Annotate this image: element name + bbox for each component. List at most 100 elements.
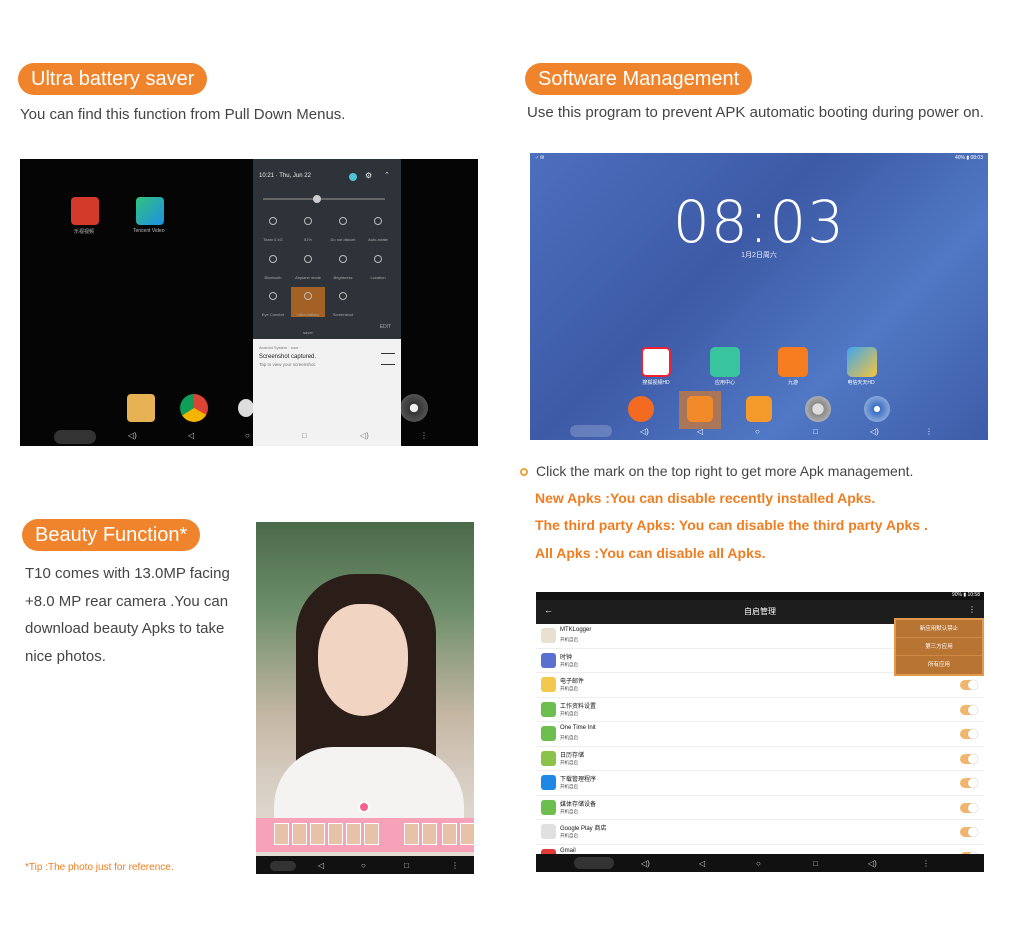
notif-thumbnail-lines xyxy=(381,353,395,365)
home-home-icon[interactable]: ○ xyxy=(755,427,760,436)
jiuyou-icon[interactable] xyxy=(778,347,808,377)
qs-tile-battery[interactable]: 51% xyxy=(293,217,323,246)
volume-up-icon[interactable]: ◁) xyxy=(360,431,369,440)
qs-edit-button[interactable]: EDIT xyxy=(380,324,391,330)
chevron-up-icon[interactable]: ⌃ xyxy=(384,171,390,179)
back-icon[interactable]: ◁ xyxy=(188,431,194,440)
qs-tile-dnd[interactable]: Do not disturb xyxy=(328,217,358,246)
autostart-toggle[interactable] xyxy=(960,802,978,813)
qs-tile-screenshot[interactable]: Screenshot xyxy=(328,292,358,321)
app-name: 工作资料设置 xyxy=(560,703,597,710)
app-name: One Time Init xyxy=(560,725,596,731)
filter-thumb[interactable] xyxy=(364,823,379,845)
more-vert-icon[interactable]: ⋮ xyxy=(968,605,976,614)
portrait-face xyxy=(318,604,408,716)
shutter-button[interactable] xyxy=(358,801,370,813)
qs-tile-eye-comfort[interactable]: Eye Comfort xyxy=(258,292,288,321)
filter-thumb[interactable] xyxy=(328,823,343,845)
qs-tile-airplane[interactable]: Airplane mode xyxy=(293,255,323,284)
autostart-toggle[interactable] xyxy=(960,680,978,690)
app-icon xyxy=(541,775,556,790)
autostart-toggle[interactable] xyxy=(960,778,978,788)
filter-thumb[interactable] xyxy=(404,823,419,845)
app-name: Gmail xyxy=(560,847,576,854)
homescreen-keyboard-pill[interactable] xyxy=(570,425,612,437)
qs-tile-ultra-battery-saver[interactable]: Ultra battery saver xyxy=(293,292,323,339)
notif-source: Android System · now · xyxy=(259,345,301,350)
filter-thumb[interactable] xyxy=(442,823,457,845)
app-center-icon[interactable] xyxy=(710,347,740,377)
list-item[interactable]: 媒体存储设备 开机自启 xyxy=(536,796,984,820)
brightness-slider[interactable] xyxy=(263,195,385,203)
email-app-icon xyxy=(127,394,155,422)
list-home-icon[interactable]: ○ xyxy=(756,859,761,868)
homescreen-screenshot: ♂ ✉ 40% ▮ 08:03 08:03 1月2日周六 搜狐视频HD 应用中心… xyxy=(530,153,988,440)
keyboard-pill[interactable] xyxy=(54,430,96,444)
list-volume-icon[interactable]: ◁) xyxy=(641,859,650,868)
home-volume-icon[interactable]: ◁) xyxy=(640,427,649,436)
beauty-recents-icon[interactable]: □ xyxy=(404,861,409,870)
qs-tile-rotate[interactable]: Auto-rotate xyxy=(363,217,393,246)
app-name: MTKLogger xyxy=(560,627,592,633)
letv-app-icon xyxy=(71,197,99,225)
beauty-keyboard-pill[interactable] xyxy=(270,861,296,871)
recents-icon[interactable]: □ xyxy=(302,431,307,440)
filter-thumb[interactable] xyxy=(274,823,289,845)
menu-item-third-party-apks[interactable]: 第三方应用 xyxy=(896,638,982,656)
dock-music-icon[interactable] xyxy=(864,396,890,422)
menu-item-all-apks[interactable]: 所有应用 xyxy=(896,656,982,674)
bullet-circle-icon xyxy=(520,468,528,477)
more-vert-icon[interactable]: ⋮ xyxy=(420,431,428,440)
qs-tile-wifi[interactable]: Team 5 4G xyxy=(258,217,288,246)
filter-thumb[interactable] xyxy=(310,823,325,845)
autostart-toggle[interactable] xyxy=(960,827,978,837)
app-icon xyxy=(541,677,556,692)
dock-upload-icon[interactable] xyxy=(628,396,654,422)
app-name: Google Play 商店 xyxy=(560,826,607,832)
list-item[interactable]: 日历存储 开机自启 xyxy=(536,747,984,771)
list-back-icon[interactable]: ◁ xyxy=(699,859,705,868)
tencent-video-label: Tencent Video xyxy=(133,228,165,234)
dock-uc-browser-icon[interactable] xyxy=(746,396,772,422)
gear-icon[interactable]: ⚙ xyxy=(365,171,372,180)
autostart-toggle[interactable] xyxy=(960,729,978,739)
list-item[interactable]: Google Play 商店 开机自启 xyxy=(536,820,984,845)
home-volume-up-icon[interactable]: ◁) xyxy=(870,427,879,436)
sohu-video-icon[interactable] xyxy=(641,347,671,377)
home-back-icon[interactable]: ◁ xyxy=(697,427,703,436)
brightness-slider-knob[interactable] xyxy=(313,195,321,203)
autostart-toggle[interactable] xyxy=(960,704,978,715)
home-icon[interactable]: ○ xyxy=(245,431,250,440)
home-more-icon[interactable]: ⋮ xyxy=(925,427,933,436)
qs-tile-bluetooth[interactable]: Bluetooth xyxy=(258,255,288,284)
qs-tile-brightness[interactable]: Brightness xyxy=(328,255,358,284)
filter-thumb[interactable] xyxy=(422,823,437,845)
menu-item-new-apks[interactable]: 新应用默认禁止 xyxy=(896,620,982,638)
beauty-back-icon[interactable]: ◁ xyxy=(318,861,324,870)
volume-icon[interactable]: ◁) xyxy=(128,431,137,440)
beauty-home-icon[interactable]: ○ xyxy=(361,861,366,870)
qs-tile-location[interactable]: Location xyxy=(363,255,393,284)
dock-software-management-icon[interactable] xyxy=(687,396,713,422)
filter-thumb[interactable] xyxy=(460,823,474,845)
list-volume-up-icon[interactable]: ◁) xyxy=(868,859,877,868)
list-item[interactable]: 电子邮件 开机自启 xyxy=(536,673,984,698)
apps-drawer-icon xyxy=(238,399,254,417)
apk-filter-menu: 新应用默认禁止 第三方应用 所有应用 xyxy=(894,618,984,676)
dock-settings-icon[interactable] xyxy=(805,396,831,422)
filter-thumb[interactable] xyxy=(346,823,361,845)
telecom-icon[interactable] xyxy=(847,347,877,377)
home-recents-icon[interactable]: □ xyxy=(813,427,818,436)
list-item[interactable]: 工作资料设置 开机自启 xyxy=(536,698,984,722)
beauty-more-icon[interactable]: ⋮ xyxy=(451,861,459,870)
autostart-toggle[interactable] xyxy=(960,753,978,764)
list-recents-icon[interactable]: □ xyxy=(813,859,818,868)
list-item[interactable]: One Time Init 开机自启 xyxy=(536,722,984,747)
autostart-manager-screenshot: 90% ▮ 10:58 ← 自启管理 ⋮ MTKLogger 开机自启 时钟 开机自启… xyxy=(536,592,984,872)
app-icon xyxy=(541,824,556,839)
list-item[interactable]: 下载管理程序 开机自启 xyxy=(536,771,984,796)
account-icon[interactable] xyxy=(349,173,357,181)
list-keyboard-pill[interactable] xyxy=(574,857,614,869)
list-more-icon[interactable]: ⋮ xyxy=(922,859,930,868)
filter-thumb[interactable] xyxy=(292,823,307,845)
